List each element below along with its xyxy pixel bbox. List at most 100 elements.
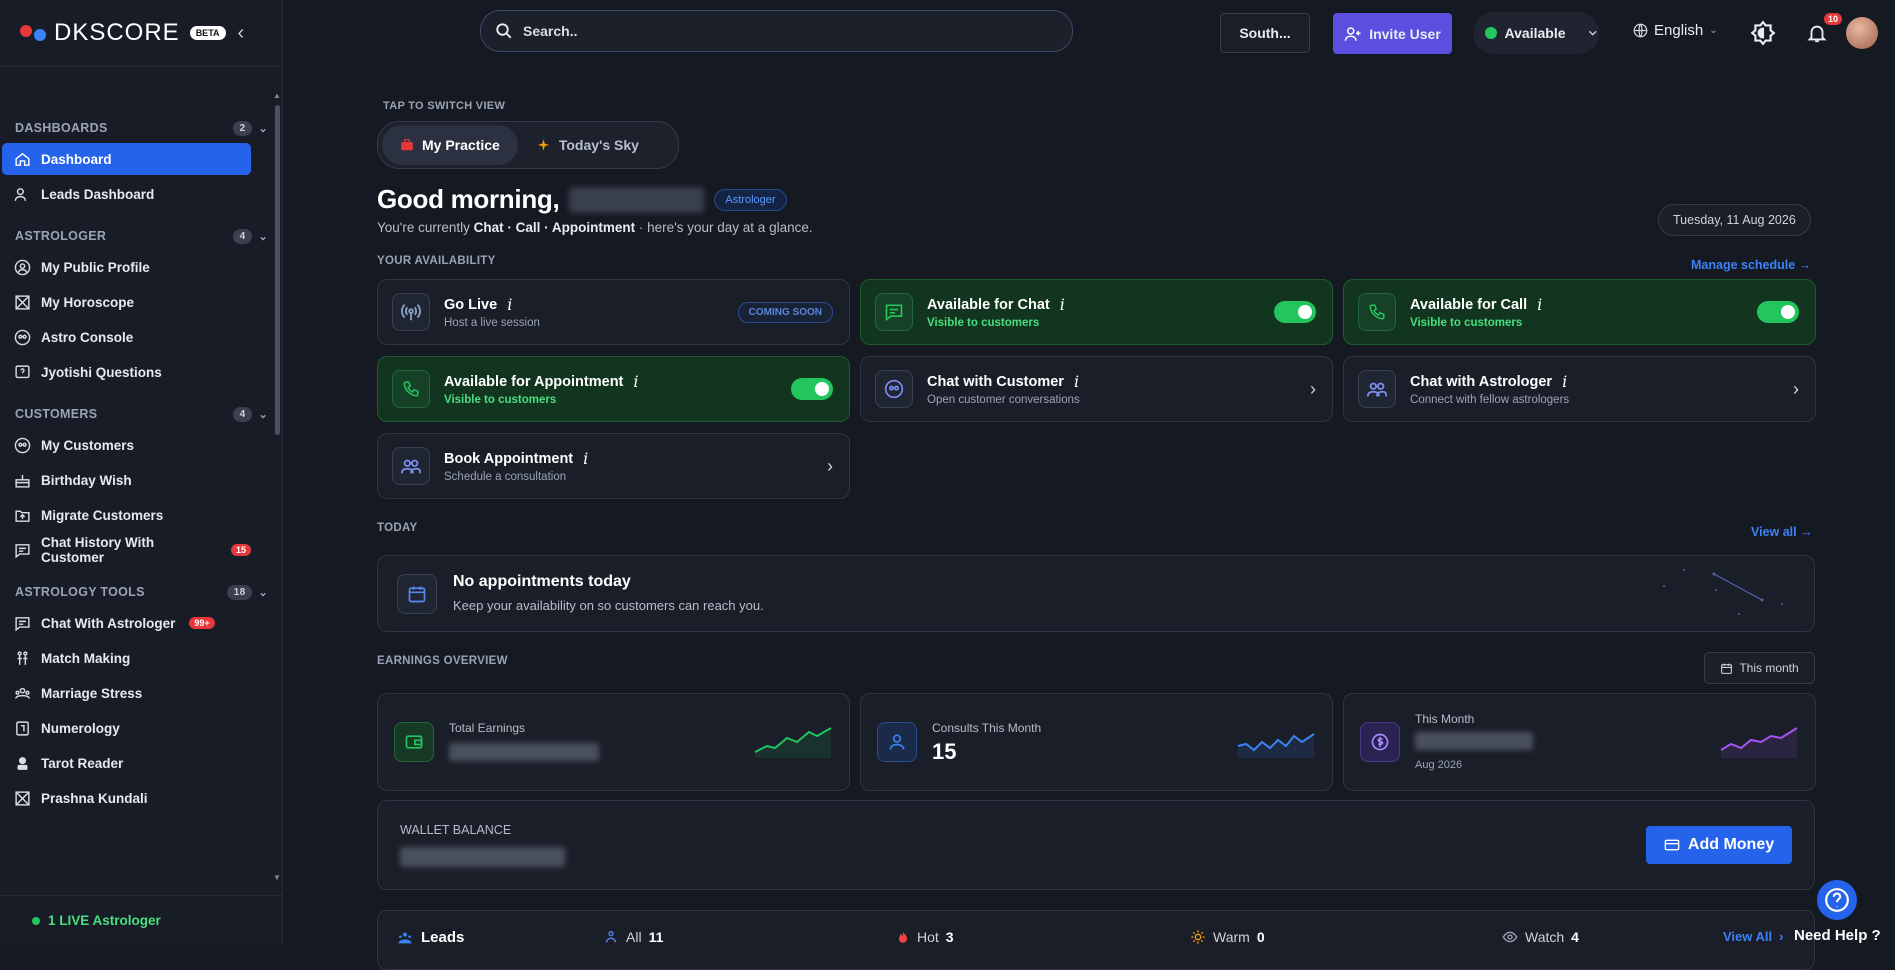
sidebar-item-numerology[interactable]: Numerology: [2, 712, 251, 744]
leads-view-all-link[interactable]: View All ›: [1723, 929, 1783, 944]
question-icon: [15, 364, 30, 378]
chat-with-astrologer-card[interactable]: Chat with Astrologer i Connect with fellow…: [1343, 356, 1816, 422]
section-count: 2: [232, 120, 253, 136]
sidebar-item-dashboard[interactable]: Dashboard: [2, 143, 251, 175]
sidebar-item-horoscope[interactable]: My Horoscope: [2, 286, 251, 318]
constellation-decoration-icon: [1663, 569, 1783, 615]
status-dot-icon: [1485, 27, 1497, 39]
invite-user-button[interactable]: Invite User: [1333, 13, 1452, 54]
wallet-balance-panel: WALLET BALANCE Add Money: [377, 800, 1815, 890]
bell-icon[interactable]: [1806, 21, 1828, 45]
sparkline-purple: [1720, 727, 1798, 758]
search-bar[interactable]: [480, 10, 1073, 52]
sidebar-item-public-profile[interactable]: My Public Profile: [2, 251, 251, 283]
avatar[interactable]: [1846, 17, 1878, 49]
help-button[interactable]: [1817, 880, 1857, 920]
phone-icon: [392, 370, 430, 408]
info-icon[interactable]: i: [1060, 295, 1065, 314]
unread-badge: 15: [230, 544, 251, 556]
customers-icon: [14, 437, 31, 453]
add-user-icon: [1344, 26, 1361, 41]
earnings-section-label: EARNINGS OVERVIEW: [377, 655, 508, 667]
sidebar-item-birthday-wish[interactable]: Birthday Wish: [2, 464, 251, 496]
sidebar-item-leads-dashboard[interactable]: Leads Dashboard: [2, 178, 251, 210]
wallet-icon: [394, 722, 434, 762]
view-all-appointments-link[interactable]: View all →: [1751, 525, 1813, 539]
info-icon[interactable]: i: [507, 295, 512, 314]
info-icon[interactable]: i: [1537, 295, 1542, 314]
sidebar-item-jyotishi-questions[interactable]: Jyotishi Questions: [2, 356, 251, 388]
section-astrology-tools[interactable]: ASTROLOGY TOOLS 18 ⌄: [0, 580, 283, 604]
chat-availability-card: Available for Chat i Visible to customers: [860, 279, 1333, 345]
sidebar-scrollbar[interactable]: [275, 105, 280, 435]
broadcast-icon: [392, 293, 430, 331]
sidebar-item-prashna-kundali[interactable]: Prashna Kundali: [2, 782, 251, 814]
availability-status-dropdown[interactable]: Available: [1473, 12, 1599, 54]
sidebar-item-my-customers[interactable]: My Customers: [2, 429, 251, 461]
add-money-button[interactable]: Add Money: [1646, 826, 1792, 864]
leads-filter-watch[interactable]: Watch 4: [1502, 929, 1579, 945]
sidebar-item-chat-with-astrologer[interactable]: Chat With Astrologer 99+: [2, 607, 251, 639]
chat-toggle[interactable]: [1274, 301, 1316, 323]
section-dashboards[interactable]: DASHBOARDS 2 ⌄: [0, 116, 283, 140]
briefcase-icon: [401, 139, 413, 151]
sparkline-green: [754, 727, 832, 758]
sidebar-item-migrate-customers[interactable]: Migrate Customers: [2, 499, 251, 531]
leads-summary-bar: Leads All 11 Hot 3 Warm 0 Watch 4 View All ›: [377, 910, 1815, 970]
sidebar-item-chat-history[interactable]: Chat History With Customer 15: [2, 534, 251, 566]
leads-filter-warm[interactable]: Warm 0: [1190, 929, 1265, 945]
call-toggle[interactable]: [1757, 301, 1799, 323]
leads-filter-hot[interactable]: Hot 3: [896, 929, 954, 945]
consults-value: 15: [932, 739, 957, 764]
chat-with-customer-card[interactable]: Chat with Customer i Open customer convers…: [860, 356, 1333, 422]
language-selector[interactable]: English ⌄: [1633, 22, 1718, 39]
calendar-icon: [1721, 663, 1733, 674]
sidebar-item-astro-console[interactable]: Astro Console: [2, 321, 251, 353]
scroll-up-icon[interactable]: ▲: [273, 91, 281, 100]
collapse-sidebar-icon[interactable]: ‹: [238, 22, 245, 45]
coming-soon-badge: COMING SOON: [737, 301, 833, 323]
this-month-earnings-card: This Month Aug 2026: [1343, 693, 1816, 791]
info-icon[interactable]: i: [633, 372, 638, 391]
wallet-balance-redacted: [400, 847, 565, 867]
search-input[interactable]: [523, 23, 1043, 39]
sparkline-blue: [1237, 733, 1315, 758]
grid-chart-icon: [15, 294, 30, 310]
scroll-down-icon[interactable]: ▼: [273, 873, 281, 882]
consults-this-month-card: Consults This Month 15: [860, 693, 1333, 791]
sidebar-item-tarot-reader[interactable]: Tarot Reader: [2, 747, 251, 779]
appointment-availability-card: Available for Appointment i Visible to cus…: [377, 356, 850, 422]
theme-toggle-icon[interactable]: [1750, 20, 1776, 46]
section-customers[interactable]: CUSTOMERS 4 ⌄: [0, 402, 283, 426]
tab-my-practice[interactable]: My Practice: [382, 125, 518, 165]
manage-schedule-link[interactable]: Manage schedule →: [1691, 258, 1811, 272]
book-appointment-card[interactable]: Book Appointment i Schedule a consultation…: [377, 433, 850, 499]
chevron-down-icon: ⌄: [258, 586, 268, 599]
info-icon[interactable]: i: [1562, 372, 1567, 391]
period-selector[interactable]: This month: [1704, 652, 1815, 684]
chat-icon: [15, 543, 30, 558]
live-dot-icon: [32, 916, 40, 925]
info-icon[interactable]: i: [583, 449, 588, 468]
need-help-label[interactable]: Need Help ?: [1794, 927, 1881, 944]
chevron-down-icon: [1588, 30, 1597, 36]
live-astrologer-indicator[interactable]: 1 LIVE Astrologer: [0, 895, 283, 945]
tab-todays-sky[interactable]: Today's Sky: [518, 125, 657, 165]
chevron-down-icon: ⌄: [258, 230, 268, 243]
sparkle-icon: [537, 138, 549, 150]
numerology-icon: [16, 720, 29, 736]
info-icon[interactable]: i: [1074, 372, 1079, 391]
sidebar-item-marriage-stress[interactable]: Marriage Stress: [2, 677, 251, 709]
region-selector[interactable]: South...: [1220, 13, 1310, 53]
user-name-redacted: [569, 186, 705, 213]
sidebar-item-match-making[interactable]: Match Making: [2, 642, 251, 674]
section-astrologer[interactable]: ASTROLOGER 4 ⌄: [0, 224, 283, 248]
switch-view-label: TAP TO SWITCH VIEW: [383, 100, 506, 112]
leads-filter-all[interactable]: All 11: [603, 929, 663, 945]
group-icon: [1358, 370, 1396, 408]
chevron-right-icon: ›: [1310, 378, 1316, 399]
appointment-toggle[interactable]: [791, 378, 833, 400]
group-icon: [605, 931, 617, 943]
logo-icon: [20, 25, 46, 41]
go-live-card[interactable]: Go Live i Host a live session COMING SOON: [377, 279, 850, 345]
